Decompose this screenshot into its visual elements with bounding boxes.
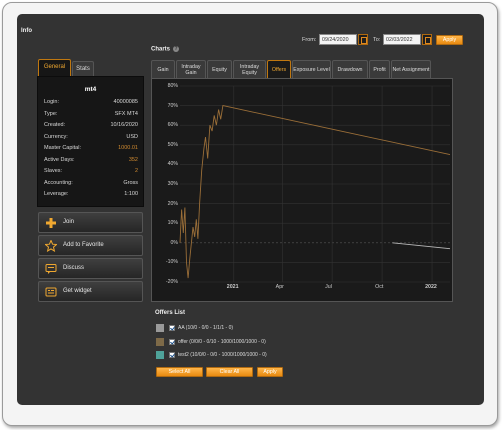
offer-color-swatch bbox=[156, 337, 164, 346]
y-tick-label: 70% bbox=[167, 102, 178, 109]
offer-label: AA (10/0 - 0/0 - 1/1/1 - 0) bbox=[178, 325, 234, 331]
chat-bubble-icon bbox=[45, 264, 57, 274]
add-to-favorite-button[interactable]: Add to Favorite bbox=[38, 235, 143, 256]
star-icon bbox=[45, 240, 57, 252]
y-tick-label: 10% bbox=[167, 220, 178, 227]
chart-tab-drawdown[interactable]: Drawdown bbox=[332, 60, 368, 78]
info-row-value: USD bbox=[126, 133, 138, 140]
to-label: To: bbox=[373, 37, 381, 43]
chart-tab-exposure-level[interactable]: Exposure Level bbox=[292, 60, 331, 78]
chart-tab-intraday-equity[interactable]: Intraday Equity bbox=[233, 60, 266, 78]
date-apply-button[interactable]: Apply bbox=[436, 35, 463, 45]
help-icon[interactable]: ? bbox=[173, 46, 180, 52]
discuss-label: Discuss bbox=[63, 265, 85, 271]
y-tick-label: 40% bbox=[167, 161, 178, 168]
y-tick-label: 30% bbox=[167, 181, 178, 187]
offers-list-title: Offers List bbox=[155, 310, 186, 316]
chart-tab-equity[interactable]: Equity bbox=[207, 60, 232, 78]
chart-tab-net-assignment[interactable]: Net Assignment bbox=[391, 60, 431, 78]
offer-color-swatch bbox=[156, 351, 164, 359]
to-calendar-icon[interactable] bbox=[422, 34, 432, 45]
y-tick-label: -20% bbox=[165, 279, 178, 285]
offer-color-swatch bbox=[156, 324, 164, 332]
offer-checkbox[interactable] bbox=[169, 338, 175, 345]
chart-tab-intraday-gain[interactable]: Intraday Gain bbox=[176, 60, 206, 78]
join-button[interactable]: Join bbox=[38, 212, 143, 233]
offer-checkbox[interactable] bbox=[169, 352, 175, 358]
chart-tab-offers[interactable]: Offers bbox=[267, 60, 291, 78]
get-widget-label: Get widget bbox=[63, 288, 92, 294]
add-to-favorite-label: Add to Favorite bbox=[63, 242, 104, 248]
discuss-button[interactable]: Discuss bbox=[38, 258, 143, 279]
y-tick-label: -10% bbox=[165, 259, 178, 266]
info-row-value: Gross bbox=[123, 179, 138, 186]
info-row-value: 1:100 bbox=[124, 191, 138, 197]
account-name: mt4 bbox=[84, 86, 97, 93]
info-row-value: 40000085 bbox=[113, 99, 138, 105]
offers-chart bbox=[179, 85, 451, 283]
y-tick-label: 80% bbox=[167, 83, 178, 89]
x-tick-label: Oct bbox=[375, 284, 384, 290]
widget-icon bbox=[45, 287, 57, 297]
offer-label: test2 (10/0/0 - 0/0 - 1000/1000/1000 - 0… bbox=[178, 352, 267, 358]
charts-title-text: Charts bbox=[151, 46, 171, 53]
x-tick-label: 2022 bbox=[425, 284, 437, 290]
y-tick-label: 20% bbox=[167, 200, 178, 207]
series-line-1 bbox=[392, 242, 451, 250]
info-row-key: Currency: bbox=[44, 133, 68, 140]
plus-icon bbox=[46, 218, 56, 228]
from-calendar-icon[interactable] bbox=[358, 34, 368, 45]
series-line-0 bbox=[179, 105, 451, 279]
info-row-value: 352 bbox=[128, 156, 138, 163]
info-row-key: Created: bbox=[44, 122, 66, 128]
info-row-value: 10/16/2020 bbox=[110, 122, 138, 128]
get-widget-button[interactable]: Get widget bbox=[38, 281, 143, 302]
clear-all-button[interactable]: Clear All bbox=[206, 367, 253, 377]
info-row-key: Active Days: bbox=[44, 156, 75, 163]
from-label: From: bbox=[302, 37, 317, 43]
to-date-input[interactable] bbox=[383, 34, 421, 45]
info-row-key: Login: bbox=[44, 99, 59, 105]
info-row: Active Days: 352 bbox=[44, 156, 138, 164]
info-row-key: Slaves: bbox=[44, 168, 63, 174]
x-tick-label: Jul bbox=[325, 284, 332, 290]
info-row: Accounting: Gross bbox=[44, 179, 138, 187]
x-tick-label: 2021 bbox=[226, 284, 239, 290]
info-row-value: 1000.01 bbox=[118, 145, 138, 151]
from-date-input[interactable] bbox=[319, 34, 357, 45]
info-row: Leverage: 1:100 bbox=[44, 190, 138, 198]
info-panel bbox=[37, 76, 144, 207]
info-row: Master Capital: 1000.01 bbox=[44, 144, 138, 152]
join-label: Join bbox=[63, 219, 75, 225]
info-row-key: Accounting: bbox=[44, 179, 73, 186]
info-row: Type: SFX MT4 bbox=[44, 110, 138, 118]
info-row-key: Master Capital: bbox=[44, 145, 81, 151]
info-row-key: Leverage: bbox=[44, 191, 69, 197]
y-tick-label: 50% bbox=[167, 141, 178, 148]
info-row-value: 2 bbox=[134, 168, 138, 174]
tab-general[interactable]: General bbox=[38, 59, 71, 76]
charts-title: Charts? bbox=[151, 46, 180, 53]
info-row-value: SFX MT4 bbox=[114, 110, 138, 117]
info-title: Info bbox=[21, 28, 32, 34]
offer-checkbox[interactable] bbox=[169, 325, 175, 331]
y-tick-label: 0% bbox=[170, 239, 179, 246]
x-tick-label: Apr bbox=[275, 284, 284, 290]
offer-label: offer (0/0/0 - 0/10 - 1000/1000/1000 - 0… bbox=[178, 338, 266, 345]
info-row: Slaves: 2 bbox=[44, 167, 138, 175]
info-row: Login: 40000085 bbox=[44, 98, 138, 106]
info-row: Created: 10/16/2020 bbox=[44, 121, 138, 129]
chart-tab-profit[interactable]: Profit bbox=[369, 60, 390, 78]
info-row: Currency: USD bbox=[44, 133, 138, 141]
info-row-key: Type: bbox=[44, 110, 58, 117]
select-all-button[interactable]: Select All bbox=[156, 367, 203, 377]
y-tick-label: 60% bbox=[167, 122, 178, 129]
chart-tab-gain[interactable]: Gain bbox=[151, 60, 175, 78]
offers-apply-button[interactable]: Apply bbox=[257, 367, 283, 377]
